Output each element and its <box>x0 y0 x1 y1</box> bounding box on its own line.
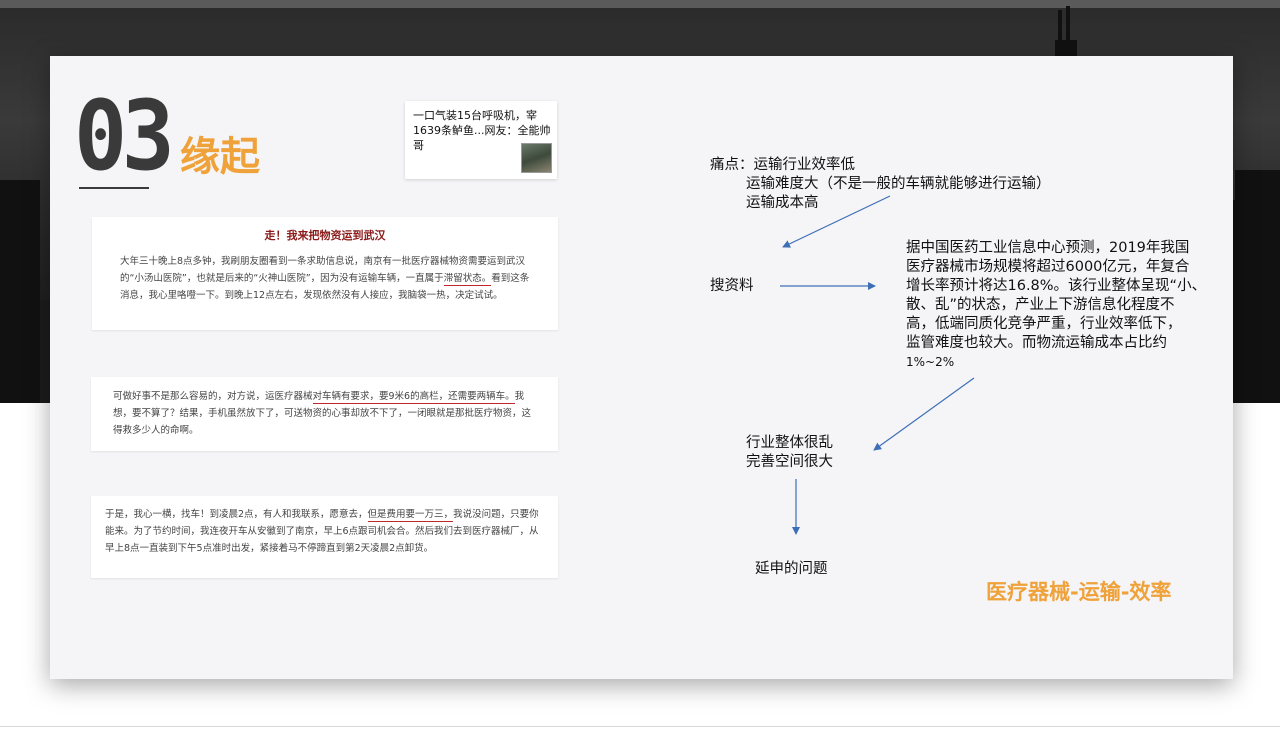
excerpt-body: 于是，我心一横，找车！到凌晨2点，有人和我联系，愿意去，但是费用要一万三，我说没… <box>105 509 539 554</box>
underlined-phrase: 但是费用要一万三， <box>367 509 454 522</box>
section-number-underline <box>79 187 149 189</box>
slide-card: 03 缘起 一口气装15台呼吸机，宰1639条鲈鱼...网友：全能帅哥 走！我来… <box>50 56 1233 679</box>
article-excerpt-2: 可做好事不是那么容易的，对方说，运医疗器械对车辆有要求，要9米6的高栏，还需要两… <box>91 377 558 451</box>
excerpt-body: 大年三十晚上8点多钟，我刷朋友圈看到一条求助信息说，南京有一批医疗器械物资需要运… <box>120 256 530 301</box>
news-card[interactable]: 一口气装15台呼吸机，宰1639条鲈鱼...网友：全能帅哥 <box>405 101 557 179</box>
extended-question: 延申的问题 <box>755 561 828 577</box>
section-title: 缘起 <box>180 134 260 180</box>
pain-point-item: 运输行业效率低 <box>753 157 856 173</box>
pain-point-item: 运输成本高 <box>746 195 819 211</box>
excerpt-heading: 走！我来把物资运到武汉 <box>264 229 386 242</box>
conclusion: 行业整体很乱 完善空间很大 <box>746 435 833 470</box>
section-number: 03 <box>74 80 175 192</box>
article-excerpt-1: 走！我来把物资运到武汉 大年三十晚上8点多钟，我刷朋友圈看到一条求助信息说，南京… <box>92 217 558 330</box>
keyword-summary: 医疗器械-运输-效率 <box>986 580 1172 604</box>
person-photo-thumbnail-icon <box>521 143 552 173</box>
research-label: 搜资料 <box>710 278 754 294</box>
arrow-findings-to-conclusion <box>873 377 975 451</box>
article-excerpt-3: 于是，我心一横，找车！到凌晨2点，有人和我联系，愿意去，但是费用要一万三，我说没… <box>91 496 558 578</box>
excerpt-body: 可做好事不是那么容易的，对方说，运医疗器械对车辆有要求，要9米6的高栏，还需要两… <box>113 391 532 436</box>
bottom-divider <box>0 726 1280 727</box>
pain-point-item: 运输难度大（不是一般的车辆就能够进行运输） <box>746 176 1051 192</box>
pain-points: 痛点：运输行业效率低 运输难度大（不是一般的车辆就能够进行运输） 运输成本高 <box>710 156 1051 213</box>
research-findings: 据中国医药工业信息中心预测，2019年我国 医疗器械市场规模将超过6000亿元，… <box>906 240 1207 369</box>
pain-points-label: 痛点： <box>710 157 754 173</box>
underlined-phrase: 滞留状态。 <box>443 273 492 286</box>
underlined-phrase: 对车辆有要求，要9米6的高栏，还需要两辆车。 <box>312 391 515 404</box>
